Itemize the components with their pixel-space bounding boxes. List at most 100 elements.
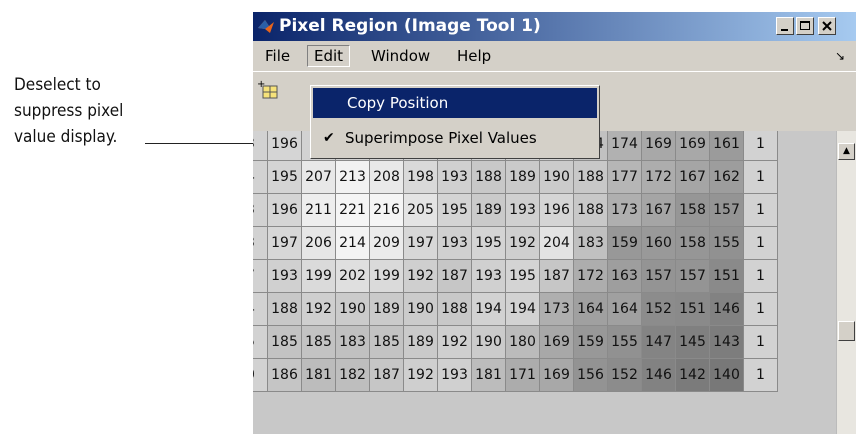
pixel-cell: 169 xyxy=(539,358,574,392)
pixel-cell: 195 xyxy=(437,193,472,227)
pixel-cell: 1 xyxy=(743,193,778,227)
pixel-cell: 188 xyxy=(573,160,608,194)
pixel-cell: 145 xyxy=(675,325,710,359)
pixel-cell: 188 xyxy=(471,160,506,194)
checkmark-icon: ✔ xyxy=(323,130,335,146)
menu-help[interactable]: Help xyxy=(451,45,497,67)
pixel-cell: 192 xyxy=(301,292,336,326)
pixel-cell: 172 xyxy=(641,160,676,194)
pixel-cell: 4 xyxy=(253,292,268,326)
pixel-cell: 163 xyxy=(607,259,642,293)
pixel-cell: 162 xyxy=(709,160,744,194)
pixel-cell: 151 xyxy=(709,259,744,293)
pixel-cell: 157 xyxy=(641,259,676,293)
pixel-cell: 186 xyxy=(267,358,302,392)
pixel-cell: 190 xyxy=(471,325,506,359)
pixel-cell: 185 xyxy=(301,325,336,359)
pixel-cell: 188 xyxy=(437,292,472,326)
pixel-cell: 195 xyxy=(505,259,540,293)
pixel-cell: 193 xyxy=(437,226,472,260)
superimpose-pixel-values-menu-item[interactable]: ✔ Superimpose Pixel Values xyxy=(313,123,597,153)
pixel-cell: 181 xyxy=(471,358,506,392)
vertical-scrollbar[interactable]: ▲ xyxy=(836,131,856,434)
pixel-region-window: Pixel Region (Image Tool 1) File Edit Wi… xyxy=(253,12,856,434)
pixel-cell: 4 xyxy=(253,160,268,194)
menu-file[interactable]: File xyxy=(259,45,296,67)
pixel-cell: 146 xyxy=(709,292,744,326)
pixel-value-grid[interactable]: 3196184174169169161141952072132081981931… xyxy=(253,131,836,434)
pixel-cell: 183 xyxy=(335,325,370,359)
pixel-cell: 194 xyxy=(505,292,540,326)
pixel-cell: 211 xyxy=(301,193,336,227)
pixel-cell: 177 xyxy=(607,160,642,194)
pixel-cell: 3 xyxy=(253,193,268,227)
grid-row: 3196211221216205195189193196188173167158… xyxy=(253,193,778,227)
pixel-cell: 185 xyxy=(267,325,302,359)
close-button[interactable] xyxy=(818,17,836,35)
pixel-cell: 192 xyxy=(505,226,540,260)
pixel-cell: 195 xyxy=(471,226,506,260)
pixel-cell: 207 xyxy=(301,160,336,194)
pixel-cell: 169 xyxy=(641,131,676,161)
pixel-cell: 152 xyxy=(641,292,676,326)
pixel-cell: 188 xyxy=(573,193,608,227)
pixel-cell: 1 xyxy=(743,226,778,260)
menu-window[interactable]: Window xyxy=(365,45,436,67)
superimpose-label: Superimpose Pixel Values xyxy=(345,129,537,147)
callout-annotation: Deselect to suppress pixel value display… xyxy=(14,72,123,150)
close-icon xyxy=(822,21,832,31)
pixel-cell: 197 xyxy=(267,226,302,260)
dock-arrow-icon[interactable]: ↘ xyxy=(835,49,845,63)
pixel-cell: 202 xyxy=(335,259,370,293)
pixel-info-icon[interactable]: + xyxy=(255,78,281,102)
scrollbar-thumb[interactable] xyxy=(838,321,855,341)
pixel-cell: 1 xyxy=(743,292,778,326)
pixel-cell: 173 xyxy=(607,193,642,227)
pixel-cell: 208 xyxy=(369,160,404,194)
pixel-cell: 169 xyxy=(675,131,710,161)
grid-row: 3197206214209197193195192204183159160158… xyxy=(253,226,778,260)
pixel-cell: 213 xyxy=(335,160,370,194)
grid-row: 5185185183185189192190180169159155147145… xyxy=(253,325,778,359)
pixel-cell: 180 xyxy=(505,325,540,359)
pixel-cell: 190 xyxy=(335,292,370,326)
copy-position-menu-item[interactable]: Copy Position xyxy=(313,88,597,118)
pixel-cell: 188 xyxy=(267,292,302,326)
maximize-button[interactable] xyxy=(796,17,814,35)
scroll-up-arrow-icon[interactable]: ▲ xyxy=(838,143,855,160)
pixel-cell: 193 xyxy=(437,160,472,194)
pixel-cell: 194 xyxy=(471,292,506,326)
pixel-cell: 199 xyxy=(369,259,404,293)
pixel-cell: 5 xyxy=(253,325,268,359)
pixel-cell: 173 xyxy=(539,292,574,326)
pixel-cell: 164 xyxy=(607,292,642,326)
pixel-cell: 187 xyxy=(437,259,472,293)
maximize-icon xyxy=(800,21,810,30)
pixel-cell: 3 xyxy=(253,131,268,161)
pixel-cell: 157 xyxy=(709,193,744,227)
pixel-cell: 193 xyxy=(437,358,472,392)
callout-line-3: value display. xyxy=(14,127,118,147)
pixel-cell: 158 xyxy=(675,193,710,227)
pixel-cell: 169 xyxy=(539,325,574,359)
pixel-cell: 151 xyxy=(675,292,710,326)
minimize-icon xyxy=(781,29,788,31)
callout-line-1: Deselect to xyxy=(14,75,101,95)
grid-row: 7193199202199192187193195187172163157157… xyxy=(253,259,778,293)
pixel-cell: 158 xyxy=(675,226,710,260)
menu-edit[interactable]: Edit xyxy=(307,45,351,67)
pixel-cell: 181 xyxy=(301,358,336,392)
minimize-button[interactable] xyxy=(776,17,794,35)
pixel-cell: 7 xyxy=(253,259,268,293)
pixel-cell: 196 xyxy=(267,131,302,161)
pixel-cell: 1 xyxy=(743,131,778,161)
grid-row: 4195207213208198193188189190188177172167… xyxy=(253,160,778,194)
pixel-cell: 190 xyxy=(539,160,574,194)
pixel-cell: 196 xyxy=(267,193,302,227)
title-bar[interactable]: Pixel Region (Image Tool 1) xyxy=(253,12,856,41)
grid-row: 4188192190189190188194194173164164152151… xyxy=(253,292,778,326)
pixel-cell: 1 xyxy=(743,325,778,359)
pixel-cell: 192 xyxy=(437,325,472,359)
pixel-cell: 167 xyxy=(675,160,710,194)
callout-line-2: suppress pixel xyxy=(14,101,124,121)
